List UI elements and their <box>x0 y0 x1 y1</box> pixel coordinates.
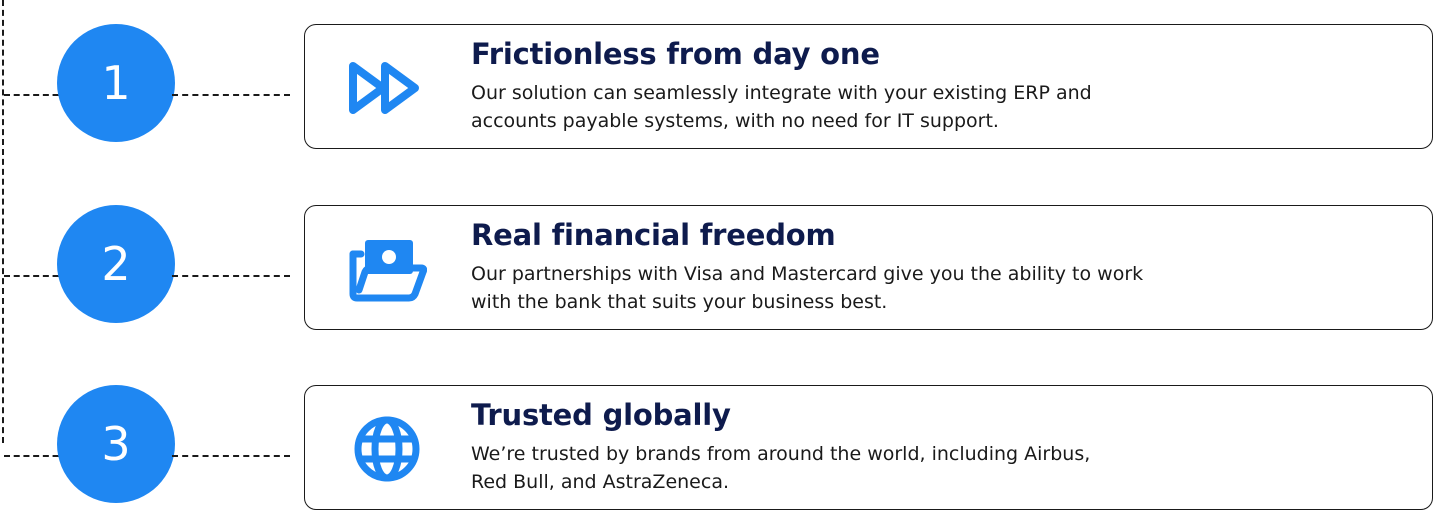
feature-title: Real financial freedom <box>471 218 836 252</box>
fast-forward-icon <box>345 25 429 150</box>
feature-description: We’re trusted by brands from around the … <box>471 440 1291 496</box>
step-number-badge: 2 <box>57 205 175 323</box>
feature-card: Real financial freedom Our partnerships … <box>304 205 1433 330</box>
step-number-badge: 1 <box>57 24 175 142</box>
connector-right <box>172 94 290 96</box>
step-row-1: 1 Frictionless from day one Our solution… <box>0 24 1437 164</box>
features-timeline: 1 Frictionless from day one Our solution… <box>0 0 1437 511</box>
description-line: with the bank that suits your business b… <box>471 291 888 313</box>
description-line: accounts payable systems, with no need f… <box>471 110 999 132</box>
step-number-badge: 3 <box>57 385 175 503</box>
connector-right <box>172 275 290 277</box>
globe-icon <box>345 386 429 511</box>
connector-right <box>172 455 290 457</box>
feature-title: Frictionless from day one <box>471 37 880 71</box>
feature-title: Trusted globally <box>471 398 731 432</box>
feature-card: Frictionless from day one Our solution c… <box>304 24 1433 149</box>
feature-card: Trusted globally We’re trusted by brands… <box>304 385 1433 510</box>
feature-description: Our partnerships with Visa and Mastercar… <box>471 260 1291 316</box>
money-folder-icon <box>345 206 429 331</box>
description-line: We’re trusted by brands from around the … <box>471 443 1091 465</box>
step-row-2: 2 Real financial freedom Our partnership… <box>0 205 1437 345</box>
description-line: Our solution can seamlessly integrate wi… <box>471 82 1092 104</box>
step-row-3: 3 Trusted globally We’re trusted by bran… <box>0 385 1437 511</box>
description-line: Our partnerships with Visa and Mastercar… <box>471 263 1144 285</box>
feature-description: Our solution can seamlessly integrate wi… <box>471 79 1291 135</box>
description-line: Red Bull, and AstraZeneca. <box>471 471 730 493</box>
